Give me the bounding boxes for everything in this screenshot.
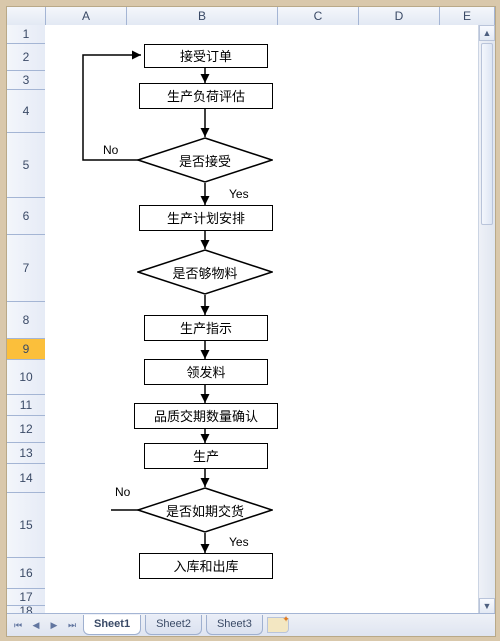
row-14[interactable]: 14	[7, 464, 45, 493]
tab-sheet1[interactable]: Sheet1	[83, 615, 141, 635]
flow-label-no-2: No	[115, 485, 130, 499]
col-C[interactable]: C	[278, 7, 359, 25]
row-5[interactable]: 5	[7, 133, 45, 198]
row-1[interactable]: 1	[7, 25, 45, 44]
flow-label-yes-2: Yes	[229, 535, 249, 549]
flow-decision-material: 是否够物料	[137, 249, 273, 295]
flow-node-instruction: 生产指示	[144, 315, 268, 341]
row-8[interactable]: 8	[7, 302, 45, 339]
scroll-up-icon[interactable]: ▲	[479, 25, 495, 41]
row-3[interactable]: 3	[7, 71, 45, 90]
row-13[interactable]: 13	[7, 443, 45, 464]
select-all-cell[interactable]	[7, 7, 46, 25]
col-B[interactable]: B	[127, 7, 278, 25]
row-15[interactable]: 15	[7, 493, 45, 558]
scrollbar-thumb[interactable]	[481, 43, 493, 225]
flow-node-produce: 生产	[144, 443, 268, 469]
row-10[interactable]: 10	[7, 360, 45, 395]
row-headers: 1 2 3 4 5 6 7 8 9 10 11 12 13 14 15 16 1…	[7, 25, 46, 614]
col-A[interactable]: A	[46, 7, 127, 25]
flow-node-quality-confirm: 品质交期数量确认	[134, 403, 278, 429]
tab-nav-prev-icon[interactable]: ◀	[29, 618, 43, 632]
row-6[interactable]: 6	[7, 198, 45, 235]
sheet-tab-bar: ⏮ ◀ ▶ ⏭ Sheet1 Sheet2 Sheet3	[7, 613, 495, 636]
flow-node-load-eval: 生产负荷评估	[139, 83, 273, 109]
row-9[interactable]: 9	[7, 339, 45, 360]
column-headers: A B C D E	[7, 7, 495, 26]
tab-nav-last-icon[interactable]: ⏭	[65, 618, 79, 632]
flow-label-yes-1: Yes	[229, 187, 249, 201]
row-11[interactable]: 11	[7, 395, 45, 416]
row-16[interactable]: 16	[7, 558, 45, 589]
tab-nav-next-icon[interactable]: ▶	[47, 618, 61, 632]
col-E[interactable]: E	[440, 7, 495, 25]
scroll-down-icon[interactable]: ▼	[479, 598, 495, 614]
flow-decision-accept: 是否接受	[137, 137, 273, 183]
row-2[interactable]: 2	[7, 44, 45, 71]
col-D[interactable]: D	[359, 7, 440, 25]
tab-sheet2[interactable]: Sheet2	[145, 615, 202, 635]
flow-node-plan: 生产计划安排	[139, 205, 273, 231]
tab-sheet3[interactable]: Sheet3	[206, 615, 263, 635]
row-12[interactable]: 12	[7, 416, 45, 443]
flow-node-inout-stock: 入库和出库	[139, 553, 273, 579]
flow-decision-ontime: 是否如期交货	[137, 487, 273, 533]
flow-node-accept-order: 接受订单	[144, 44, 268, 68]
sheet-body[interactable]: 接受订单 生产负荷评估 是否接受 No Yes 生产计划安排 是否够物料 生产指…	[45, 25, 479, 614]
tab-nav-first-icon[interactable]: ⏮	[11, 618, 25, 632]
row-7[interactable]: 7	[7, 235, 45, 302]
new-sheet-icon[interactable]	[267, 617, 289, 633]
vertical-scrollbar[interactable]: ▲ ▼	[478, 25, 495, 614]
flow-node-issue: 领发料	[144, 359, 268, 385]
row-4[interactable]: 4	[7, 90, 45, 133]
flow-label-no-1: No	[103, 143, 118, 157]
